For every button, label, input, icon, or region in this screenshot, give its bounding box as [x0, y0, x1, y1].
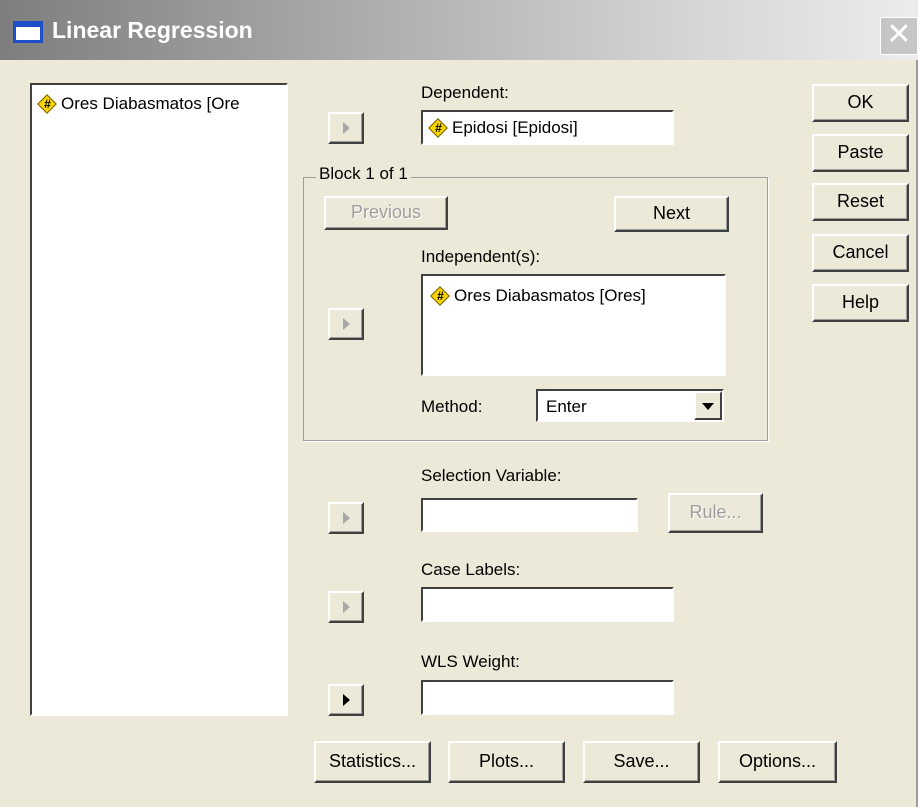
- save-button[interactable]: Save...: [583, 741, 700, 783]
- close-button[interactable]: ✕: [880, 17, 918, 55]
- arrow-right-icon: [343, 512, 350, 524]
- case-labels-field[interactable]: [421, 587, 674, 622]
- source-variable-list[interactable]: # Ores Diabasmatos [Ore: [30, 83, 288, 716]
- wls-weight-label: WLS Weight:: [421, 652, 520, 671]
- independents-label: Independent(s):: [421, 247, 541, 266]
- reset-button[interactable]: Reset: [812, 183, 909, 221]
- chevron-down-icon: [702, 403, 714, 410]
- arrow-right-icon: [343, 318, 350, 330]
- arrow-right-icon: [343, 601, 350, 613]
- wls-weight-field[interactable]: [421, 680, 674, 715]
- dependent-label: Dependent:: [421, 83, 509, 102]
- arrow-right-icon: [343, 694, 350, 706]
- options-button[interactable]: Options...: [718, 741, 837, 783]
- wls-weight-move-button[interactable]: [328, 684, 364, 716]
- next-button[interactable]: Next: [614, 196, 729, 232]
- dropdown-button[interactable]: [694, 391, 722, 420]
- ok-button[interactable]: OK: [812, 84, 909, 122]
- help-button[interactable]: Help: [812, 284, 909, 322]
- method-label: Method:: [421, 397, 483, 416]
- cancel-button[interactable]: Cancel: [812, 234, 909, 272]
- scale-variable-icon: #: [37, 93, 57, 114]
- list-item-label: Ores Diabasmatos [Ore: [61, 94, 240, 113]
- list-item[interactable]: # Ores Diabasmatos [Ore: [37, 93, 240, 114]
- rule-button[interactable]: Rule...: [668, 493, 763, 533]
- method-value: Enter: [546, 397, 587, 416]
- method-select[interactable]: Enter: [536, 389, 724, 422]
- block-label: Block 1 of 1: [316, 164, 411, 184]
- independents-move-button[interactable]: [328, 308, 364, 340]
- title-bar: Linear Regression ✕: [0, 0, 918, 60]
- scale-variable-icon: #: [430, 285, 450, 306]
- previous-button[interactable]: Previous: [324, 196, 448, 230]
- selection-variable-move-button[interactable]: [328, 502, 364, 534]
- selection-variable-label: Selection Variable:: [421, 466, 562, 485]
- list-item[interactable]: # Ores Diabasmatos [Ores]: [430, 285, 646, 306]
- window-title: Linear Regression: [52, 17, 253, 43]
- case-labels-label: Case Labels:: [421, 560, 521, 579]
- scale-variable-icon: #: [428, 117, 448, 138]
- paste-button[interactable]: Paste: [812, 134, 909, 172]
- dependent-variable: # Epidosi [Epidosi]: [428, 117, 578, 138]
- dependent-move-button[interactable]: [328, 112, 364, 144]
- statistics-button[interactable]: Statistics...: [314, 741, 431, 783]
- window-icon: [13, 21, 43, 43]
- dependent-field[interactable]: # Epidosi [Epidosi]: [421, 110, 674, 145]
- case-labels-move-button[interactable]: [328, 591, 364, 623]
- dependent-value: Epidosi [Epidosi]: [452, 118, 578, 137]
- independents-list[interactable]: # Ores Diabasmatos [Ores]: [421, 274, 726, 376]
- arrow-right-icon: [343, 122, 350, 134]
- list-item-label: Ores Diabasmatos [Ores]: [454, 286, 646, 305]
- plots-button[interactable]: Plots...: [448, 741, 565, 783]
- selection-variable-field[interactable]: [421, 498, 638, 532]
